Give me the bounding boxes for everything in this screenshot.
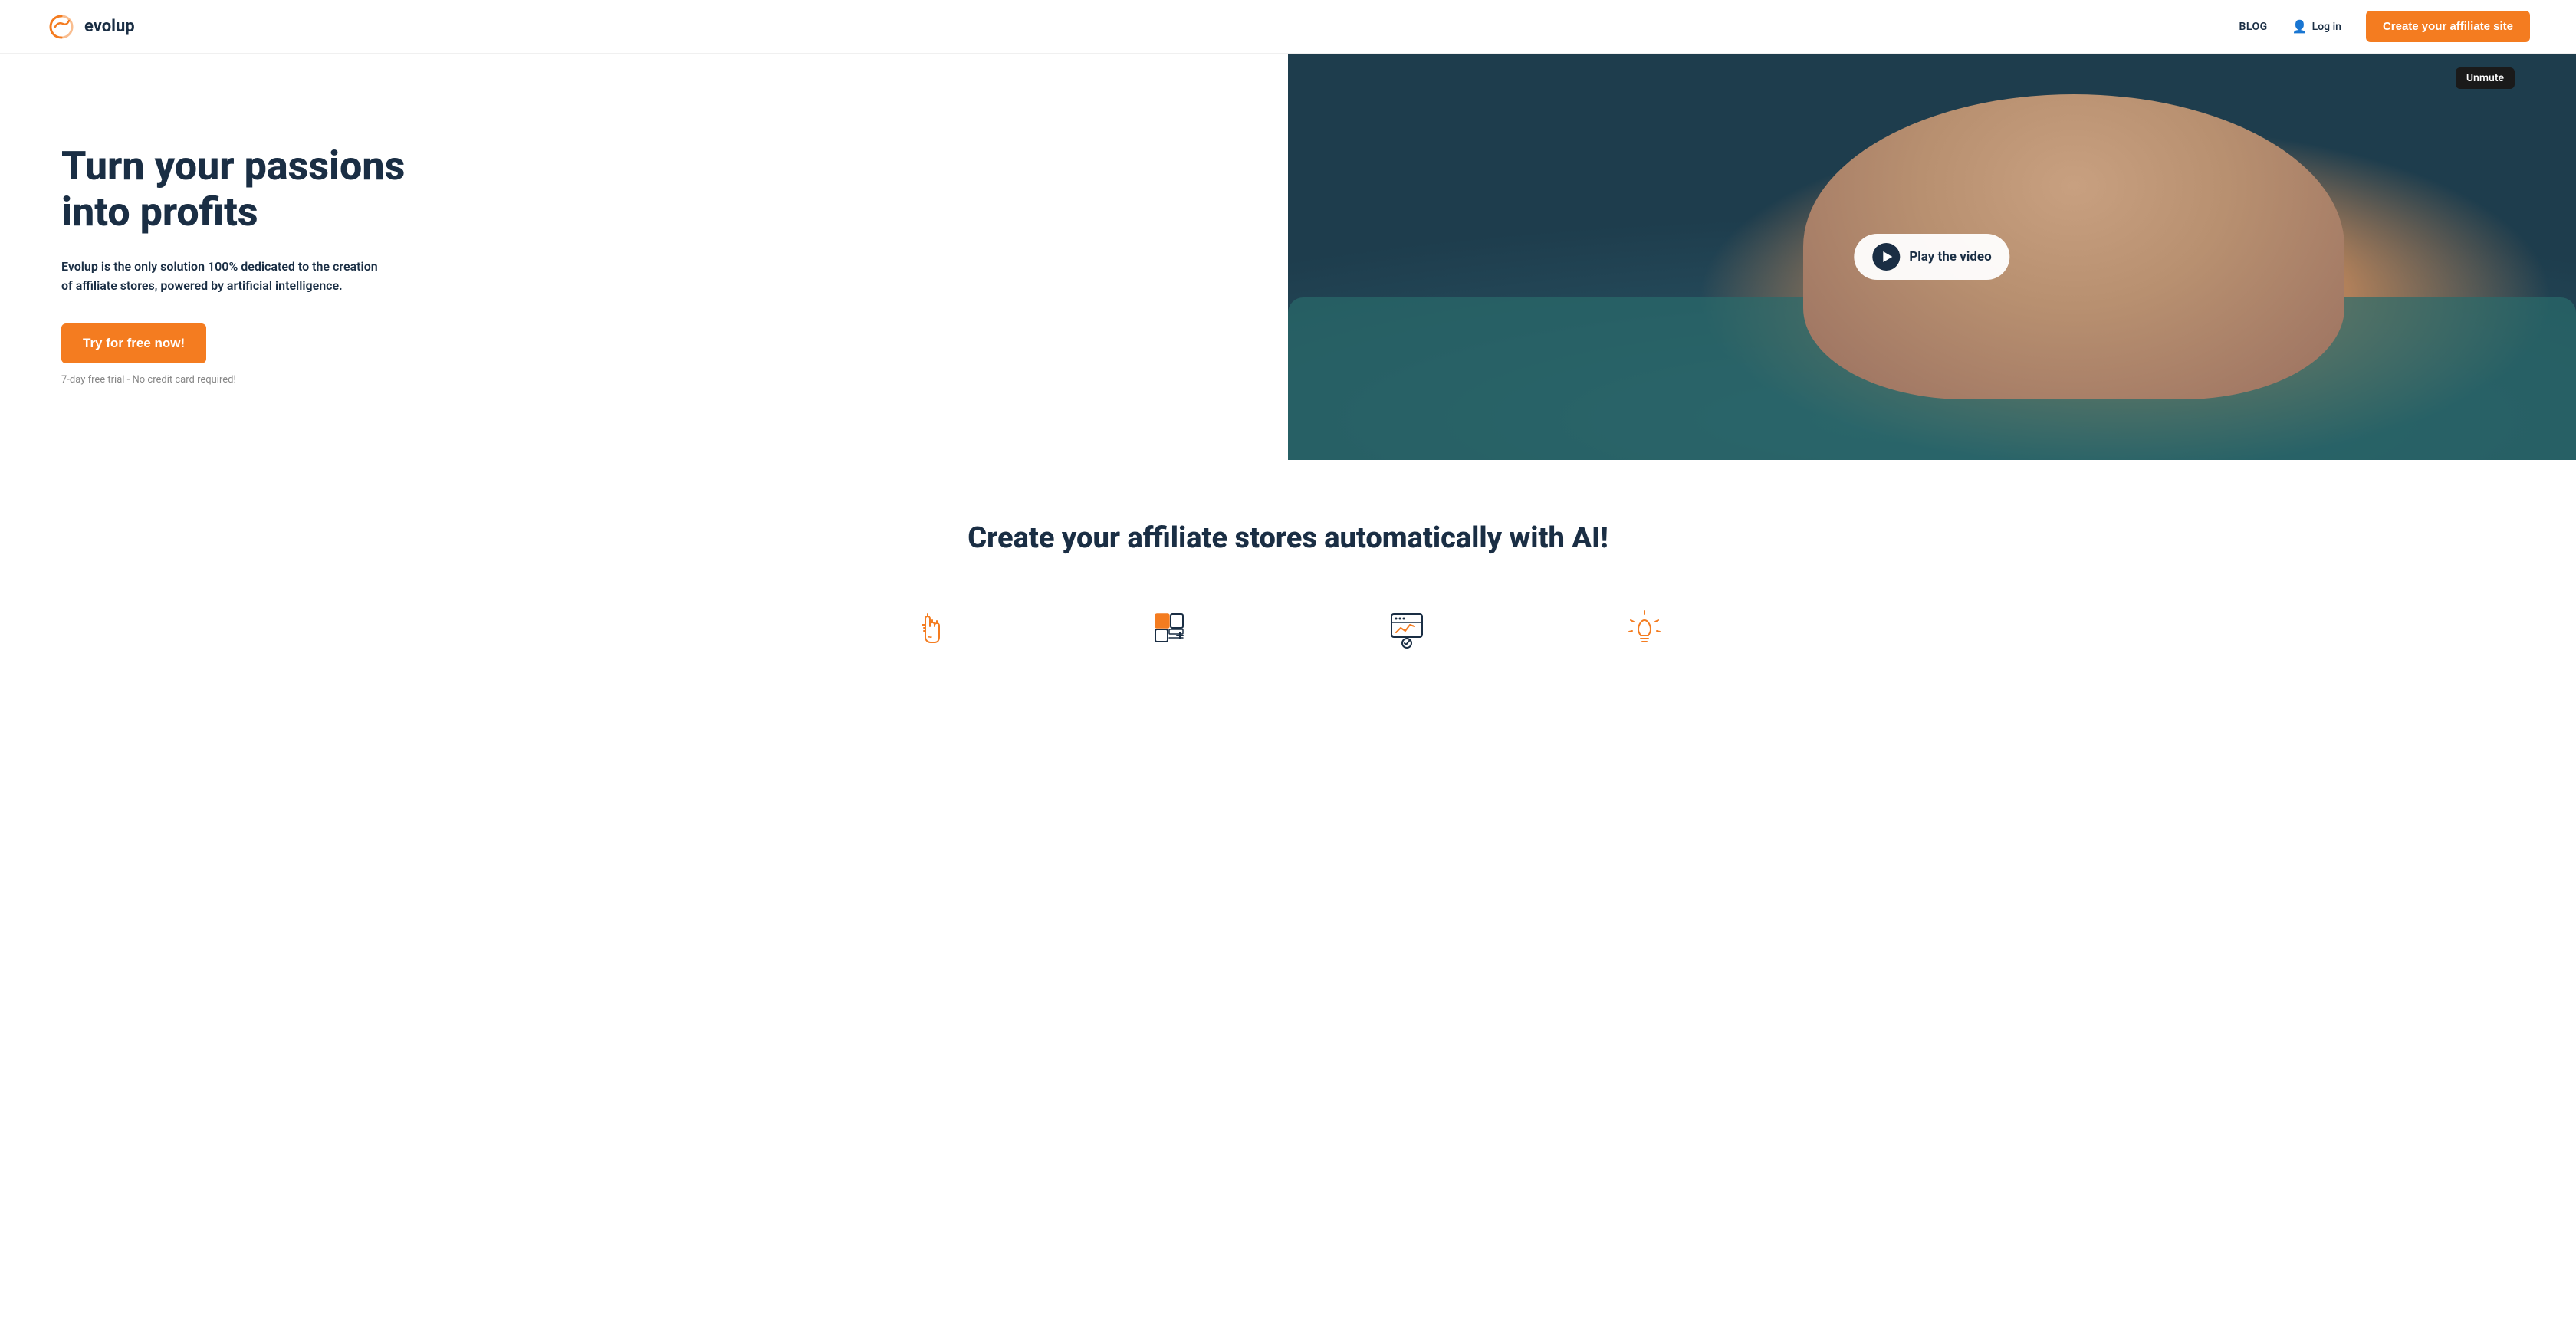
logo-link[interactable]: evolup [46, 11, 135, 42]
logo-text: evolup [84, 17, 135, 36]
nav-right: BLOG 👤 Log in Create your affiliate site [2239, 11, 2530, 42]
ai-icon-wrap [1618, 601, 1671, 655]
feature-template [1066, 601, 1273, 655]
video-placeholder: Unmute Play the video [1288, 54, 2576, 460]
hero-section: Turn your passions into profits Evolup i… [0, 54, 2576, 460]
hero-left: Turn your passions into profits Evolup i… [0, 54, 1288, 460]
features-title: Create your affiliate stores automatical… [46, 521, 2530, 555]
play-circle-icon [1872, 243, 1900, 271]
features-grid [828, 601, 1748, 655]
login-link[interactable]: 👤 Log in [2292, 19, 2341, 34]
unmute-button[interactable]: Unmute [2456, 67, 2515, 89]
ai-lightbulb-icon [1622, 605, 1668, 651]
hero-video-area: Unmute Play the video [1288, 54, 2576, 460]
feature-hand [828, 601, 1035, 655]
template-icon-wrap [1142, 601, 1196, 655]
logo-icon [46, 11, 77, 42]
create-site-button[interactable]: Create your affiliate site [2366, 11, 2530, 42]
play-label: Play the video [1909, 249, 1991, 264]
login-label: Log in [2312, 21, 2341, 33]
template-icon [1146, 605, 1192, 651]
analytics-icon [1384, 605, 1430, 651]
hero-title: Turn your passions into profits [61, 143, 1242, 235]
play-video-button[interactable]: Play the video [1854, 234, 2009, 280]
hand-icon-wrap [905, 601, 958, 655]
try-free-button[interactable]: Try for free now! [61, 323, 206, 363]
feature-analytics [1303, 601, 1510, 655]
navbar: evolup BLOG 👤 Log in Create your affilia… [0, 0, 2576, 54]
feature-ai [1541, 601, 1748, 655]
play-triangle-icon [1883, 251, 1892, 262]
analytics-icon-wrap [1380, 601, 1434, 655]
features-section: Create your affiliate stores automatical… [0, 460, 2576, 701]
hero-description: Evolup is the only solution 100% dedicat… [61, 257, 383, 296]
hero-title-line1: Turn your passions [61, 143, 405, 189]
blog-link[interactable]: BLOG [2239, 21, 2268, 33]
hero-title-line2: into profits [61, 189, 258, 235]
person-icon: 👤 [2292, 19, 2308, 34]
hand-icon [909, 605, 955, 651]
trial-note: 7-day free trial - No credit card requir… [61, 374, 1242, 386]
